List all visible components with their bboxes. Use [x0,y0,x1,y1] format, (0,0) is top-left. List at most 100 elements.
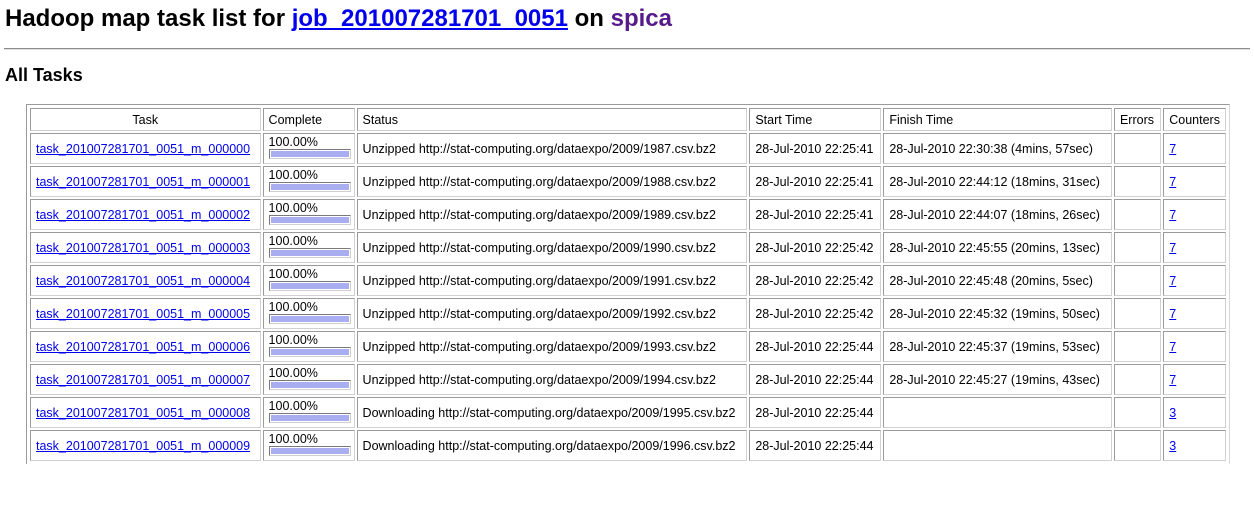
table-row: task_201007281701_0051_m_000005 100.00% Un… [30,298,1226,329]
progress-bar-fill [270,316,349,322]
column-header-task: Task [30,108,261,131]
status-cell: Unzipped http://stat-computing.org/datae… [356,232,748,263]
task-link[interactable]: task_201007281701_0051_m_000003 [36,241,250,255]
status-cell: Unzipped http://stat-computing.org/datae… [356,364,748,395]
complete-percent: 100.00% [268,366,318,380]
progress-bar-fill [270,448,349,454]
task-cell: task_201007281701_0051_m_000004 [30,265,261,296]
header-divider [4,48,1250,50]
progress-bar-fill [270,151,349,157]
status-cell: Unzipped http://stat-computing.org/datae… [356,331,748,362]
task-link[interactable]: task_201007281701_0051_m_000005 [36,307,250,321]
status-cell: Downloading http://stat-computing.org/da… [356,397,748,428]
section-title: All Tasks [5,65,83,85]
complete-percent: 100.00% [268,432,318,446]
task-link[interactable]: task_201007281701_0051_m_000008 [36,406,250,420]
task-link[interactable]: task_201007281701_0051_m_000009 [36,439,250,453]
progress-bar [268,314,351,324]
progress-indicator: 100.00% [268,366,351,390]
errors-cell [1113,232,1162,263]
counters-link[interactable]: 3 [1169,439,1176,453]
finish-time-cell [883,397,1112,428]
complete-cell: 100.00% [262,397,355,428]
status-cell: Downloading http://stat-computing.org/da… [356,430,748,461]
errors-cell [1113,298,1162,329]
page: Hadoop map task list for job_20100728170… [0,0,1254,507]
counters-cell: 7 [1163,364,1226,395]
task-link[interactable]: task_201007281701_0051_m_000004 [36,274,250,288]
column-header-counters: Counters [1163,108,1226,131]
start-time-cell: 28-Jul-2010 22:25:44 [749,397,882,428]
counters-cell: 7 [1163,232,1226,263]
progress-indicator: 100.00% [268,333,351,357]
start-time-cell: 28-Jul-2010 22:25:42 [749,232,882,263]
title-prefix: Hadoop map task list for [5,5,292,32]
finish-time-cell: 28-Jul-2010 22:45:37 (19mins, 53sec) [883,331,1112,362]
start-time-cell: 28-Jul-2010 22:25:42 [749,298,882,329]
counters-link[interactable]: 3 [1169,406,1176,420]
counters-cell: 7 [1163,265,1226,296]
counters-cell: 7 [1163,199,1226,230]
counters-link[interactable]: 7 [1169,208,1176,222]
progress-bar-fill [270,349,349,355]
finish-time-cell: 28-Jul-2010 22:45:27 (19mins, 43sec) [883,364,1112,395]
progress-bar [268,149,351,159]
table-row: task_201007281701_0051_m_000000 100.00% Un… [30,133,1226,164]
task-cell: task_201007281701_0051_m_000008 [30,397,261,428]
counters-link[interactable]: 7 [1169,274,1176,288]
counters-link[interactable]: 7 [1169,142,1176,156]
table-row: task_201007281701_0051_m_000003 100.00% Un… [30,232,1226,263]
errors-cell [1113,397,1162,428]
progress-indicator: 100.00% [268,234,351,258]
task-link[interactable]: task_201007281701_0051_m_000002 [36,208,250,222]
complete-percent: 100.00% [268,135,318,149]
task-link[interactable]: task_201007281701_0051_m_000001 [36,175,250,189]
progress-bar [268,281,351,291]
counters-link[interactable]: 7 [1169,307,1176,321]
task-link[interactable]: task_201007281701_0051_m_000007 [36,373,250,387]
finish-time-cell: 28-Jul-2010 22:44:07 (18mins, 26sec) [883,199,1112,230]
counters-cell: 7 [1163,331,1226,362]
complete-percent: 100.00% [268,333,318,347]
complete-percent: 100.00% [268,168,318,182]
table-row: task_201007281701_0051_m_000001 100.00% Un… [30,166,1226,197]
status-cell: Unzipped http://stat-computing.org/datae… [356,166,748,197]
task-cell: task_201007281701_0051_m_000001 [30,166,261,197]
counters-link[interactable]: 7 [1169,175,1176,189]
counters-link[interactable]: 7 [1169,241,1176,255]
table-row: task_201007281701_0051_m_000004 100.00% Un… [30,265,1226,296]
host-link[interactable]: spica [611,5,672,32]
errors-cell [1113,133,1162,164]
complete-cell: 100.00% [262,232,355,263]
start-time-cell: 28-Jul-2010 22:25:41 [749,166,882,197]
table-row: task_201007281701_0051_m_000006 100.00% Un… [30,331,1226,362]
errors-cell [1113,430,1162,461]
task-cell: task_201007281701_0051_m_000005 [30,298,261,329]
complete-percent: 100.00% [268,300,318,314]
counters-link[interactable]: 7 [1169,340,1176,354]
table-row: task_201007281701_0051_m_000002 100.00% Un… [30,199,1226,230]
progress-bar [268,380,351,390]
finish-time-cell: 28-Jul-2010 22:45:48 (20mins, 5sec) [883,265,1112,296]
progress-bar [268,248,351,258]
task-cell: task_201007281701_0051_m_000003 [30,232,261,263]
finish-time-cell: 28-Jul-2010 22:30:38 (4mins, 57sec) [883,133,1112,164]
errors-cell [1113,331,1162,362]
errors-cell [1113,166,1162,197]
counters-link[interactable]: 7 [1169,373,1176,387]
counters-cell: 7 [1163,166,1226,197]
progress-bar-fill [270,283,349,289]
job-link[interactable]: job_201007281701_0051 [292,5,568,32]
task-table: Task Complete Status Start Time Finish T… [28,106,1228,463]
counters-cell: 7 [1163,133,1226,164]
complete-cell: 100.00% [262,430,355,461]
task-cell: task_201007281701_0051_m_000006 [30,331,261,362]
task-cell: task_201007281701_0051_m_000002 [30,199,261,230]
task-cell: task_201007281701_0051_m_000009 [30,430,261,461]
task-link[interactable]: task_201007281701_0051_m_000000 [36,142,250,156]
column-header-start-time: Start Time [749,108,882,131]
errors-cell [1113,199,1162,230]
progress-bar-fill [270,250,349,256]
task-link[interactable]: task_201007281701_0051_m_000006 [36,340,250,354]
task-table-container: Task Complete Status Start Time Finish T… [26,104,1230,464]
